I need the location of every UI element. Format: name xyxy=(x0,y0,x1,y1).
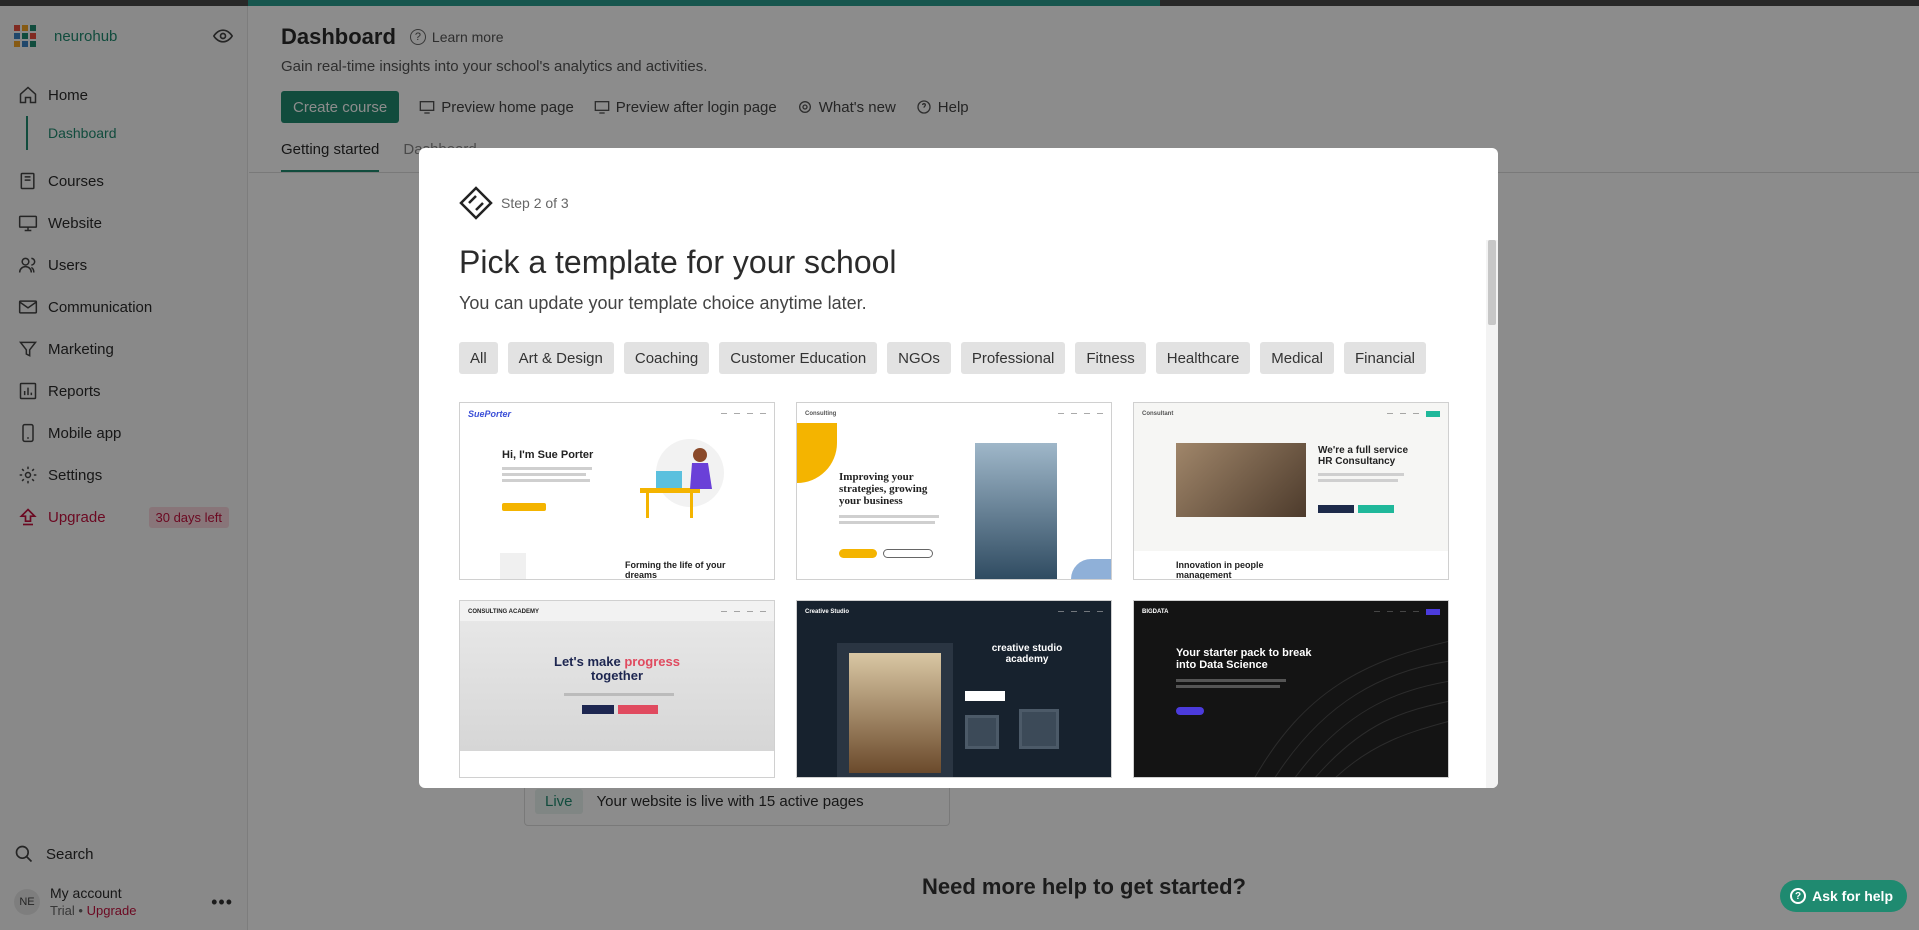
template-picker-modal: Step 2 of 3 Pick a template for your sch… xyxy=(419,148,1498,788)
template-card-creative-studio[interactable]: Creative Studio — — — — creative studio acad… xyxy=(796,600,1112,778)
template-headline: creative studio academy xyxy=(991,643,1063,665)
ask-for-help-label: Ask for help xyxy=(1812,888,1893,904)
filter-ngos[interactable]: NGOs xyxy=(887,342,951,374)
template-headline: Your starter pack to break into Data Sci… xyxy=(1176,647,1312,672)
modal-subtitle: You can update your template choice anyt… xyxy=(459,293,867,313)
template-card-sue-porter[interactable]: SuePorter — — — — Hi, I'm Sue Porter Forming… xyxy=(459,402,775,580)
template-headline: Let's make progress together xyxy=(554,654,680,684)
filter-art-design[interactable]: Art & Design xyxy=(507,342,614,374)
filter-healthcare[interactable]: Healthcare xyxy=(1155,342,1251,374)
template-footer-headline: Forming the life of your dreams xyxy=(625,560,726,580)
template-logo: Consulting xyxy=(805,411,837,417)
template-logo: Creative Studio xyxy=(805,609,850,615)
filter-customer-education[interactable]: Customer Education xyxy=(719,342,878,374)
filter-professional[interactable]: Professional xyxy=(960,342,1066,374)
filter-medical[interactable]: Medical xyxy=(1260,342,1334,374)
template-card-consulting-academy[interactable]: CONSULTING ACADEMY — — — — Let's make progre… xyxy=(459,600,775,778)
filter-fitness[interactable]: Fitness xyxy=(1075,342,1146,374)
template-card-consulting[interactable]: Consulting — — — — Improving your strategies… xyxy=(796,402,1112,580)
template-logo: CONSULTING ACADEMY xyxy=(468,609,539,615)
template-logo: Consultant xyxy=(1142,411,1174,417)
template-headline: We're a full service HR Consultancy xyxy=(1318,445,1409,467)
template-card-hr-consultancy[interactable]: Consultant — — — — We're a full service HR C… xyxy=(1133,402,1449,580)
template-logo: SuePorter xyxy=(468,409,512,419)
brand-logo-icon xyxy=(459,186,493,220)
modal-title: Pick a template for your school xyxy=(459,244,897,280)
filter-all[interactable]: All xyxy=(459,342,498,374)
help-circle-icon: ? xyxy=(1790,888,1807,904)
step-indicator: Step 2 of 3 xyxy=(501,195,569,211)
category-filters: All Art & Design Coaching Customer Educa… xyxy=(459,342,1458,374)
ask-for-help-button[interactable]: ? Ask for help xyxy=(1780,880,1907,912)
template-footer-headline: Innovation in people management xyxy=(1176,560,1264,580)
template-headline: Improving your strategies, growing your … xyxy=(839,471,928,508)
filter-financial[interactable]: Financial xyxy=(1343,342,1427,374)
template-grid: SuePorter — — — — Hi, I'm Sue Porter Forming… xyxy=(459,402,1458,778)
template-headline: Hi, I'm Sue Porter xyxy=(502,449,594,461)
template-card-data-science[interactable]: BIGDATA — — — — — Your starter pack to break … xyxy=(1133,600,1449,778)
filter-coaching[interactable]: Coaching xyxy=(623,342,710,374)
modal-scrollbar-thumb[interactable] xyxy=(1488,240,1496,325)
